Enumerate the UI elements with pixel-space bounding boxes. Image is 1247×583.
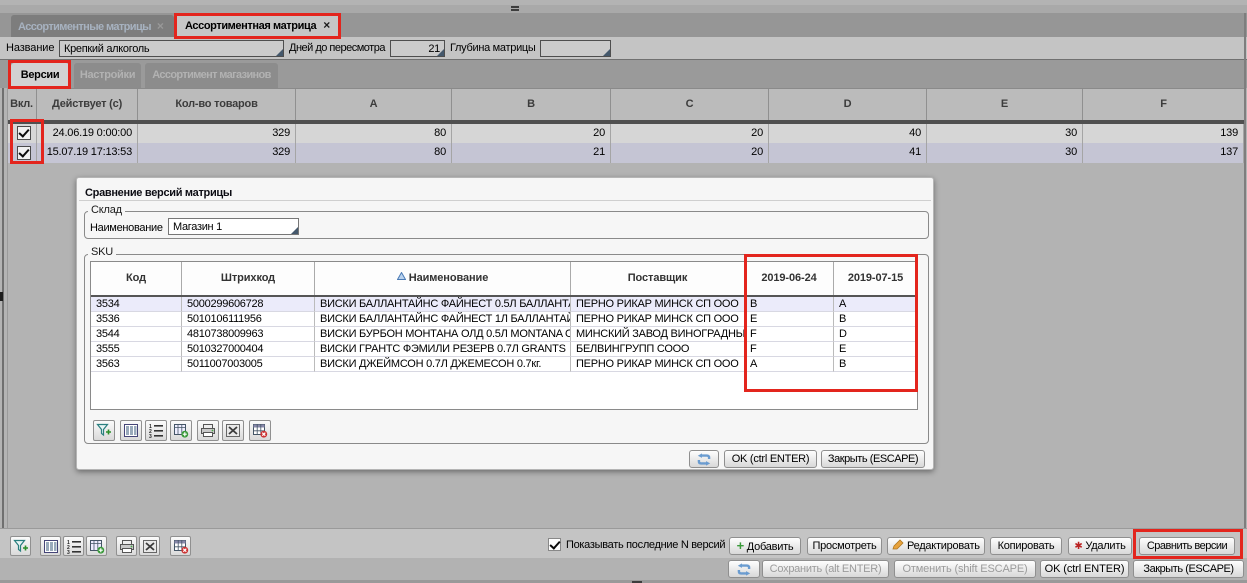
svg-text:3: 3: [149, 434, 152, 438]
svg-text:3: 3: [67, 550, 70, 554]
